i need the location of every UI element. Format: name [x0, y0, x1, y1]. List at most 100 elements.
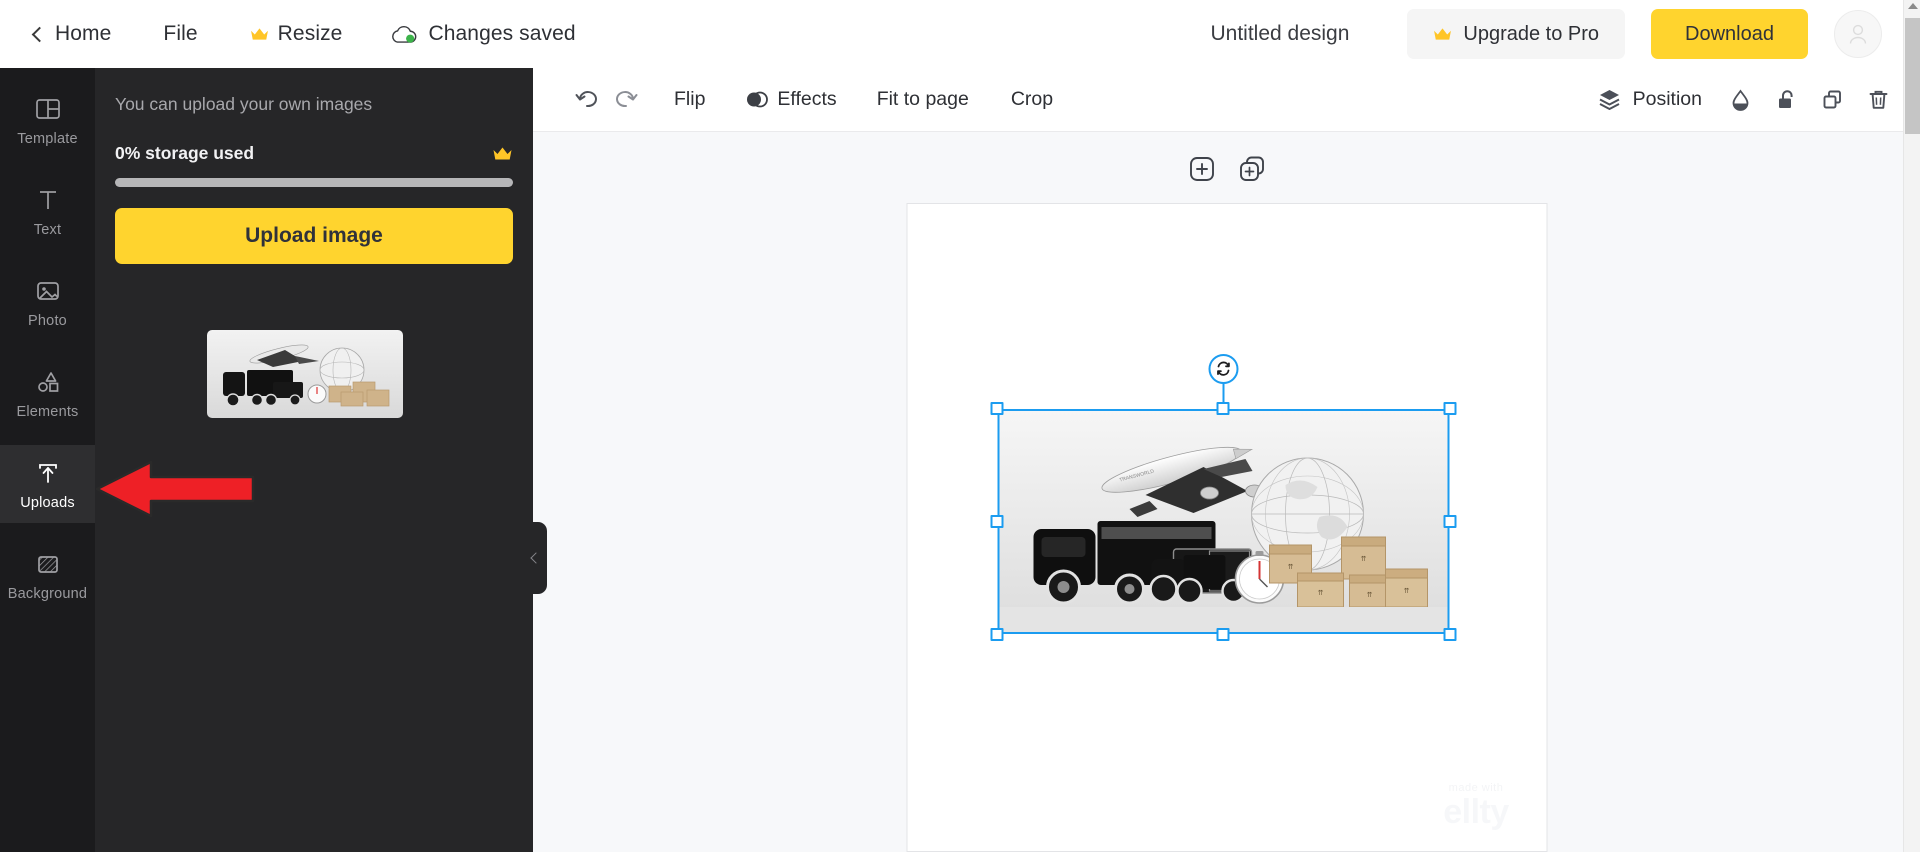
uploads-panel: You can upload your own images 0% storag…: [95, 68, 533, 852]
resize-handle-bottom-right[interactable]: [1443, 628, 1456, 641]
scroll-up-arrow-icon[interactable]: [1908, 3, 1918, 9]
selected-image-element[interactable]: TRANSWORLD: [997, 409, 1449, 634]
canvas-area[interactable]: TRANSWORLD: [533, 132, 1920, 852]
undo-button[interactable]: [566, 80, 606, 120]
uploads-hint: You can upload your own images: [115, 94, 372, 115]
resize-handle-middle-left[interactable]: [990, 515, 1003, 528]
storage-used-label: 0% storage used: [115, 143, 254, 164]
chevron-left-icon: [530, 552, 541, 563]
trash-icon: [1866, 87, 1891, 112]
effects-button[interactable]: Effects: [733, 88, 848, 111]
svg-text:⇈: ⇈: [1403, 587, 1409, 595]
sidebar-item-label: Text: [34, 222, 61, 238]
resize-button[interactable]: Resize: [250, 22, 343, 46]
sidebar-item-background[interactable]: Background: [0, 536, 95, 614]
avatar[interactable]: [1834, 10, 1882, 58]
storage-progress-bar: [115, 178, 513, 187]
scrollbar-thumb[interactable]: [1905, 18, 1920, 134]
resize-handle-top-left[interactable]: [990, 402, 1003, 415]
photo-icon: [33, 276, 63, 306]
home-button[interactable]: Home: [34, 22, 111, 46]
transparency-button[interactable]: [1720, 80, 1760, 120]
undo-icon: [574, 87, 599, 112]
position-label: Position: [1633, 88, 1702, 111]
delete-button[interactable]: [1858, 80, 1898, 120]
uploaded-image-thumbnail[interactable]: [207, 330, 403, 418]
upload-icon: [33, 458, 63, 488]
sidebar-item-label: Elements: [16, 404, 78, 420]
svg-text:⇈: ⇈: [1366, 591, 1372, 599]
template-icon: [33, 94, 63, 124]
elements-icon: [33, 367, 63, 397]
resize-label: Resize: [278, 22, 343, 46]
upgrade-label: Upgrade to Pro: [1463, 23, 1599, 46]
home-label: Home: [55, 22, 111, 46]
add-page-button[interactable]: [1187, 154, 1217, 184]
lock-button[interactable]: [1766, 80, 1806, 120]
layers-icon: [1597, 87, 1622, 112]
position-button[interactable]: Position: [1597, 87, 1702, 112]
transparency-droplet-icon: [1728, 87, 1753, 112]
fit-to-page-button[interactable]: Fit to page: [863, 88, 983, 111]
redo-icon: [614, 87, 639, 112]
app-header: Home File Resize Changes saved Untitled …: [0, 0, 1920, 68]
editor-toolbar: Flip Effects Fit to page Crop Position: [533, 68, 1920, 132]
storage-row: 0% storage used: [115, 143, 513, 164]
flip-button[interactable]: Flip: [660, 88, 719, 111]
sidebar-item-uploads[interactable]: Uploads: [0, 445, 95, 523]
crown-icon: [250, 27, 269, 42]
toolbar-left-group: Flip Effects Fit to page Crop: [566, 80, 1067, 120]
resize-handle-middle-right[interactable]: [1443, 515, 1456, 528]
panel-collapse-handle[interactable]: [525, 522, 547, 594]
sidebar-item-label: Photo: [28, 313, 67, 329]
sidebar-item-label: Template: [17, 131, 77, 147]
watermark-brand: ellty: [1428, 795, 1524, 829]
design-title[interactable]: Untitled design: [1210, 22, 1349, 46]
page-controls: [1187, 154, 1267, 184]
rotate-handle[interactable]: [1208, 354, 1238, 384]
resize-handle-bottom-center[interactable]: [1217, 628, 1230, 641]
upload-image-button[interactable]: Upload image: [115, 208, 513, 264]
rotate-icon: [1214, 360, 1232, 378]
sidebar-item-elements[interactable]: Elements: [0, 354, 95, 432]
sidebar-item-photo[interactable]: Photo: [0, 263, 95, 341]
crown-icon[interactable]: [492, 146, 513, 162]
resize-handle-top-right[interactable]: [1443, 402, 1456, 415]
file-menu-button[interactable]: File: [163, 22, 197, 46]
watermark: made with ellty: [1428, 783, 1524, 837]
chevron-left-icon: [32, 26, 48, 42]
crop-button[interactable]: Crop: [997, 88, 1067, 111]
duplicate-icon: [1820, 87, 1845, 112]
design-page[interactable]: TRANSWORLD: [906, 203, 1547, 852]
duplicate-button[interactable]: [1812, 80, 1852, 120]
effects-label: Effects: [777, 88, 836, 111]
download-button[interactable]: Download: [1651, 9, 1808, 59]
logistics-canvas-image: TRANSWORLD: [997, 409, 1449, 634]
saved-label: Changes saved: [428, 22, 575, 46]
app-root: Home File Resize Changes saved Untitled …: [0, 0, 1920, 852]
effects-icon: [745, 88, 768, 111]
user-avatar-icon: [1845, 21, 1871, 47]
resize-handle-top-center[interactable]: [1217, 402, 1230, 415]
changes-saved-status: Changes saved: [390, 22, 575, 46]
toolbar-right-group: Position: [1597, 80, 1898, 120]
left-rail: Template Text Photo Elements: [0, 68, 95, 852]
redo-button[interactable]: [606, 80, 646, 120]
header-left-group: Home File Resize Changes saved: [0, 0, 576, 68]
unlock-icon: [1774, 87, 1799, 112]
cloud-saved-icon: [390, 24, 417, 44]
sidebar-item-text[interactable]: Text: [0, 172, 95, 250]
svg-text:⇈: ⇈: [1360, 555, 1366, 563]
duplicate-page-button[interactable]: [1237, 154, 1267, 184]
page-scrollbar[interactable]: [1903, 0, 1920, 852]
text-icon: [33, 185, 63, 215]
download-label: Download: [1685, 23, 1774, 46]
background-icon: [33, 549, 63, 579]
sidebar-item-template[interactable]: Template: [0, 81, 95, 159]
resize-handle-bottom-left[interactable]: [990, 628, 1003, 641]
upgrade-to-pro-button[interactable]: Upgrade to Pro: [1407, 9, 1625, 59]
logistics-thumbnail-image: [207, 330, 403, 418]
svg-text:⇈: ⇈: [1287, 563, 1293, 571]
svg-text:⇈: ⇈: [1317, 589, 1323, 597]
header-right-group: Untitled design Upgrade to Pro Download: [1210, 0, 1920, 68]
